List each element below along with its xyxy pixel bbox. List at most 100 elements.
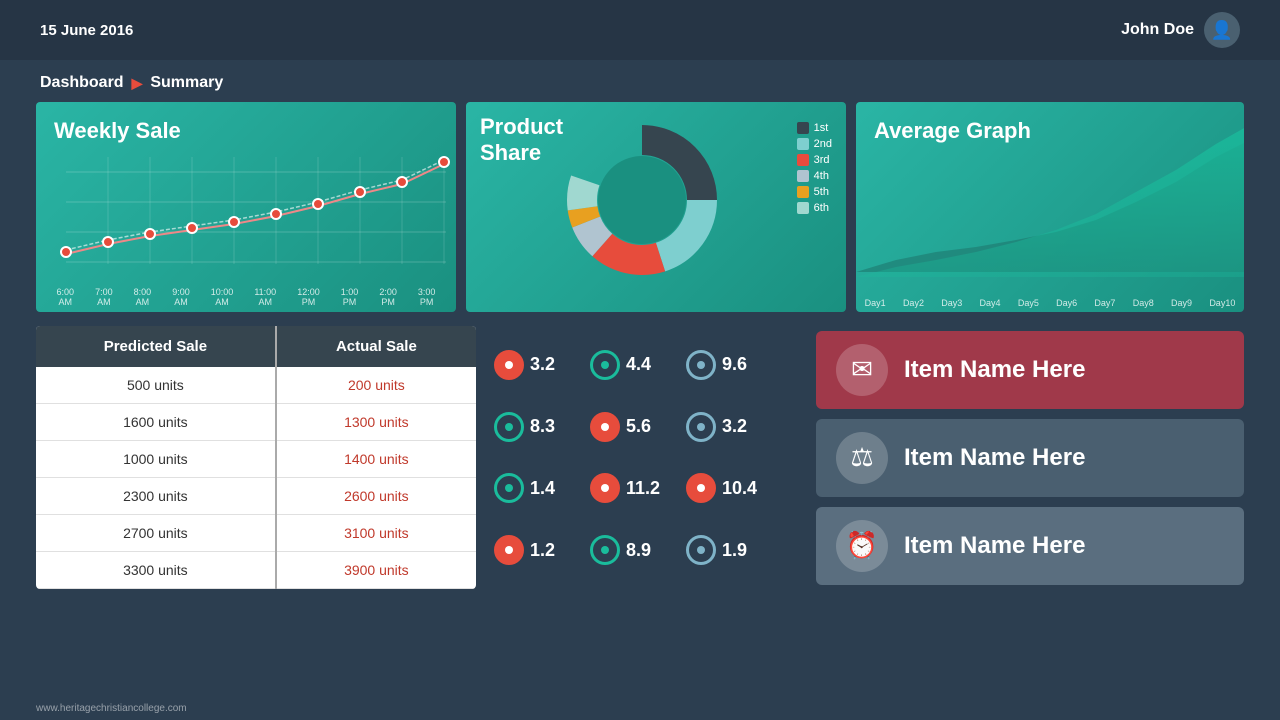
metric-row: 1.4 11.2 10.4 <box>486 469 806 507</box>
metric-item: 5.6 <box>590 412 670 442</box>
donut-chart <box>562 120 722 280</box>
metric-row: 1.2 8.9 1.9 <box>486 531 806 569</box>
metric-item: 11.2 <box>590 473 670 503</box>
items-card: ✉ Item Name Here ⚖ Item Name Here ⏰ Item… <box>816 326 1244 589</box>
table-col1-header: Predicted Sale <box>36 326 276 367</box>
x-label-3: 9:00AM <box>172 288 190 308</box>
metric-circle <box>686 535 716 565</box>
x-label-0: 6:00AM <box>57 288 75 308</box>
weekly-x-labels: 6:00AM 7:00AM 8:00AM 9:00AM 10:00AM 11:0… <box>36 288 456 308</box>
actual-cell: 3900 units <box>276 552 476 589</box>
actual-cell: 2600 units <box>276 478 476 515</box>
actual-cell: 1300 units <box>276 404 476 441</box>
metric-item: 1.9 <box>686 535 766 565</box>
metric-item: 9.6 <box>686 350 766 380</box>
metrics-card: 3.2 4.4 9.6 8.3 5.6 3.2 1.4 11.2 10.4 1.2 8.9 1.9 <box>486 326 806 589</box>
product-share-title: Product Share <box>480 114 563 167</box>
x-label-8: 2:00PM <box>379 288 397 308</box>
x-label-7: 1:00PM <box>341 288 359 308</box>
item-label: Item Name Here <box>904 532 1085 560</box>
legend-1st: 1st <box>797 122 832 134</box>
metric-item: 8.3 <box>494 412 574 442</box>
user-name: John Doe <box>1121 21 1194 39</box>
metric-circle <box>686 350 716 380</box>
metric-circle <box>494 473 524 503</box>
metric-circle <box>686 473 716 503</box>
metric-value: 8.9 <box>626 540 651 561</box>
actual-cell: 1400 units <box>276 441 476 478</box>
item-button-3[interactable]: ⏰ Item Name Here <box>816 507 1244 585</box>
header-date: 15 June 2016 <box>40 22 133 39</box>
product-share-legend: 1st 2nd 3rd 4th <box>797 122 832 214</box>
table-row: 2300 units 2600 units <box>36 478 476 515</box>
legend-5th: 5th <box>797 186 832 198</box>
metric-value: 3.2 <box>722 416 747 437</box>
main-content: Weekly Sale <box>0 102 1280 589</box>
x-label-6: 12:00PM <box>297 288 320 308</box>
metric-item: 3.2 <box>494 350 574 380</box>
item-icon: ⚖ <box>836 432 888 484</box>
metric-circle <box>494 412 524 442</box>
predicted-cell: 1000 units <box>36 441 276 478</box>
metric-circle <box>494 535 524 565</box>
actual-cell: 3100 units <box>276 515 476 552</box>
metric-item: 8.9 <box>590 535 670 565</box>
legend-4th: 4th <box>797 170 832 182</box>
legend-6th: 6th <box>797 202 832 214</box>
predicted-cell: 2700 units <box>36 515 276 552</box>
breadcrumb-root[interactable]: Dashboard <box>40 74 124 92</box>
metric-value: 10.4 <box>722 478 757 499</box>
item-label: Item Name Here <box>904 444 1085 472</box>
item-button-2[interactable]: ⚖ Item Name Here <box>816 419 1244 497</box>
metric-item: 10.4 <box>686 473 766 503</box>
item-button-1[interactable]: ✉ Item Name Here <box>816 331 1244 409</box>
header-user: John Doe 👤 <box>1121 12 1240 48</box>
metric-value: 1.9 <box>722 540 747 561</box>
item-label: Item Name Here <box>904 356 1085 384</box>
x-label-5: 11:00AM <box>254 288 276 308</box>
user-icon: 👤 <box>1211 20 1233 41</box>
footer: www.heritagechristiancollege.com <box>36 703 187 714</box>
average-graph-svg <box>856 102 1244 312</box>
table-row: 500 units 200 units <box>36 367 476 404</box>
metric-value: 11.2 <box>626 478 660 499</box>
item-icon: ⏰ <box>836 520 888 572</box>
breadcrumb-current: Summary <box>150 74 223 92</box>
predicted-cell: 2300 units <box>36 478 276 515</box>
metric-item: 4.4 <box>590 350 670 380</box>
x-label-4: 10:00AM <box>211 288 234 308</box>
metric-circle <box>494 350 524 380</box>
x-label-1: 7:00AM <box>95 288 113 308</box>
x-label-9: 3:00PM <box>418 288 436 308</box>
legend-3rd: 3rd <box>797 154 832 166</box>
metric-item: 3.2 <box>686 412 766 442</box>
item-icon: ✉ <box>836 344 888 396</box>
legend-2nd: 2nd <box>797 138 832 150</box>
table-row: 1600 units 1300 units <box>36 404 476 441</box>
metric-value: 9.6 <box>722 354 747 375</box>
metric-circle <box>590 350 620 380</box>
metric-value: 1.2 <box>530 540 555 561</box>
metric-circle <box>590 535 620 565</box>
metric-value: 4.4 <box>626 354 651 375</box>
predicted-cell: 500 units <box>36 367 276 404</box>
sales-table: Predicted Sale Actual Sale 500 units 200… <box>36 326 476 589</box>
average-graph-chart: Average Graph Day1 D <box>856 102 1244 312</box>
avg-x-labels: Day1 Day2 Day3 Day4 Day5 Day6 Day7 Day8 … <box>856 298 1244 308</box>
bottom-row: Predicted Sale Actual Sale 500 units 200… <box>36 326 1244 589</box>
user-avatar: 👤 <box>1204 12 1240 48</box>
weekly-sale-chart: Weekly Sale <box>36 102 456 312</box>
predicted-cell: 1600 units <box>36 404 276 441</box>
metric-value: 1.4 <box>530 478 555 499</box>
metric-item: 1.2 <box>494 535 574 565</box>
header: 15 June 2016 John Doe 👤 <box>0 0 1280 60</box>
table-row: 3300 units 3900 units <box>36 552 476 589</box>
metric-item: 1.4 <box>494 473 574 503</box>
metric-value: 3.2 <box>530 354 555 375</box>
metric-circle <box>590 473 620 503</box>
metric-value: 5.6 <box>626 416 651 437</box>
metric-circle <box>686 412 716 442</box>
predicted-cell: 3300 units <box>36 552 276 589</box>
x-label-2: 8:00AM <box>134 288 152 308</box>
metric-value: 8.3 <box>530 416 555 437</box>
